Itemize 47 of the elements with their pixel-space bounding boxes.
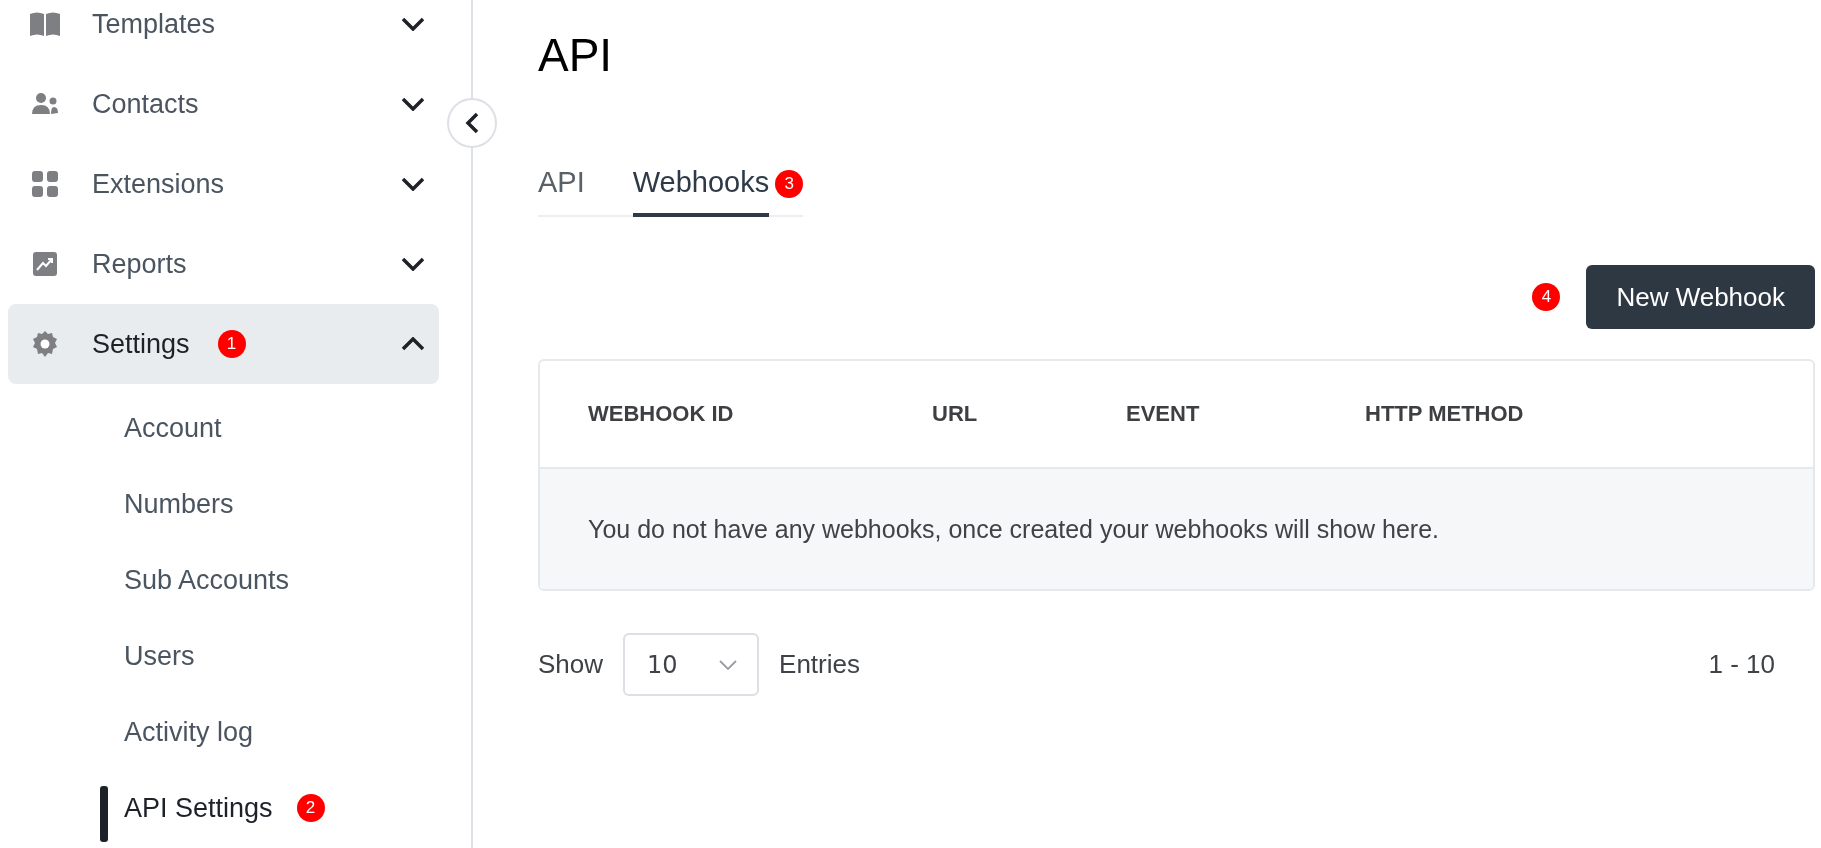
page-title: API — [538, 28, 614, 82]
page-range: 1 - 10 — [1708, 649, 1775, 680]
column-header: WEBHOOK ID — [588, 401, 735, 427]
column-header: URL — [932, 401, 979, 427]
empty-message: You do not have any webhooks, once created your webhooks will show here. — [588, 514, 1439, 544]
nav-label: Templates — [92, 8, 216, 40]
submenu-item[interactable]: Users — [124, 640, 195, 672]
nav-item[interactable]: Templates — [8, 0, 439, 64]
tab[interactable]: Webhooks — [632, 166, 770, 217]
collapse-button[interactable] — [447, 98, 497, 148]
grid-icon — [32, 171, 58, 197]
new-webhook-button[interactable]: New Webhook — [1586, 265, 1815, 329]
submenu-item[interactable]: API Settings — [124, 792, 273, 824]
column-header: EVENT — [1126, 401, 1201, 427]
submenu-item[interactable]: Account — [124, 412, 222, 444]
chevron-down-icon — [401, 17, 425, 31]
submenu-item[interactable]: Numbers — [124, 488, 234, 520]
show-label: Show — [538, 649, 604, 680]
nav-item[interactable]: Contacts — [8, 64, 439, 144]
number-badge: 4 — [1532, 283, 1561, 311]
chart-icon — [33, 252, 57, 276]
settings-icon — [32, 331, 58, 357]
number-badge: 1 — [217, 330, 246, 358]
chevron-down-icon — [719, 659, 738, 670]
tab[interactable]: API — [538, 166, 585, 217]
chevron-down-icon — [401, 97, 425, 111]
nav-item[interactable]: Settings 1 — [8, 304, 439, 384]
people-icon — [31, 92, 59, 116]
chevron-down-icon — [401, 177, 425, 191]
nav-item[interactable]: Extensions — [8, 144, 439, 224]
chevron-left-icon — [465, 112, 479, 134]
page-size-select[interactable]: 10 — [623, 633, 760, 696]
book-icon — [29, 11, 61, 37]
nav-label: Extensions — [92, 168, 225, 200]
submenu-item[interactable]: Activity log — [124, 716, 254, 748]
chevron-up-icon — [401, 337, 425, 351]
active-indicator — [100, 786, 108, 842]
nav-label: Reports — [92, 248, 187, 280]
entries-label: Entries — [779, 649, 860, 680]
chevron-down-icon — [401, 257, 425, 271]
number-badge: 2 — [296, 794, 325, 822]
column-header: HTTP METHOD — [1365, 401, 1525, 427]
submenu-item[interactable]: Sub Accounts — [124, 564, 290, 596]
nav-item[interactable]: Reports — [8, 224, 439, 304]
nav-label: Settings — [92, 328, 190, 360]
nav-label: Contacts — [92, 88, 199, 120]
number-badge: 3 — [775, 169, 804, 198]
